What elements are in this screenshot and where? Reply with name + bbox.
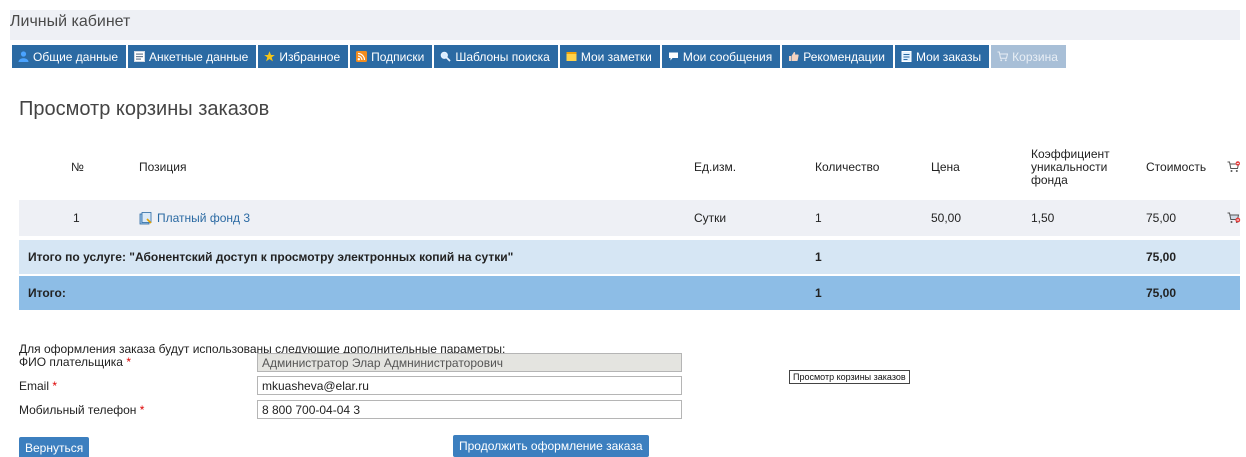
tab-subscriptions[interactable]: Подписки — [350, 45, 433, 68]
field-label: Мобильный телефон — [19, 403, 137, 417]
required-mark: * — [52, 379, 58, 393]
tab-label: Мои сообщения — [682, 49, 773, 64]
total-cost: 75,00 — [1146, 286, 1177, 300]
tab-label: Избранное — [279, 49, 341, 64]
position-link[interactable]: Платный фонд 3 — [139, 200, 250, 236]
row-cost: 75,00 — [1146, 211, 1177, 225]
tab-label: Рекомендации — [803, 49, 885, 64]
thumb-icon — [788, 51, 799, 62]
tooltip: Просмотр корзины заказов — [789, 370, 910, 384]
row-num: 1 — [73, 211, 80, 225]
field-label: Email — [19, 379, 50, 393]
subtotal-cost: 75,00 — [1146, 250, 1177, 264]
subtotal-row: Итого по услуге: "Абонентский доступ к п… — [19, 240, 1240, 274]
back-button[interactable]: Вернуться — [19, 437, 90, 457]
tab-general[interactable]: Общие данные — [12, 45, 127, 68]
tab-messages[interactable]: Мои сообщения — [661, 45, 781, 68]
row-qty: 1 — [815, 211, 822, 225]
row-coefficient: 1,50 — [1031, 211, 1055, 225]
col-header-coefficient-line: фонда — [1031, 172, 1068, 187]
header-bar: Личный кабинет — [10, 10, 1240, 40]
total-row: Итого: 1 75,00 — [19, 276, 1240, 310]
col-header-position: Позиция — [139, 160, 187, 174]
total-label: Итого: — [28, 286, 66, 300]
tab-label: Мои заказы — [915, 49, 982, 64]
tab-label: Корзина — [1012, 49, 1058, 64]
col-header-coefficient-line: Коэффициент — [1031, 146, 1110, 161]
search-icon — [440, 51, 451, 62]
message-icon — [668, 51, 679, 62]
payer-name-label: ФИО плательщика * — [19, 355, 131, 369]
user-icon — [18, 51, 29, 62]
col-header-unit: Ед.изм. — [694, 160, 737, 174]
position-label: Платный фонд 3 — [157, 211, 251, 225]
note-icon — [566, 51, 577, 62]
row-unit: Сутки — [694, 211, 727, 225]
table-header-row: № Позиция Ед.изм. Количество Цена Коэффи… — [19, 140, 1240, 194]
tab-notes[interactable]: Мои заметки — [559, 45, 660, 68]
tab-search-templates[interactable]: Шаблоны поиска — [434, 45, 558, 68]
col-header-qty: Количество — [815, 160, 880, 174]
row-price: 50,00 — [931, 211, 962, 225]
col-header-price: Цена — [931, 160, 960, 174]
phone-field[interactable] — [257, 400, 682, 419]
subtotal-qty: 1 — [815, 250, 822, 264]
col-header-coefficient: Коэффициент уникальности фонда — [1031, 140, 1110, 194]
required-mark: * — [139, 403, 145, 417]
field-label: ФИО плательщика — [19, 355, 123, 369]
tab-label: Общие данные — [33, 49, 119, 64]
page-title: Просмотр корзины заказов — [19, 98, 270, 120]
tab-recommendations[interactable]: Рекомендации — [782, 45, 893, 68]
form-icon — [134, 51, 146, 62]
nav-tabs: Общие данные Анкетные данные Избранное П… — [12, 45, 1068, 68]
required-mark: * — [126, 355, 131, 369]
tab-profile[interactable]: Анкетные данные — [128, 45, 257, 68]
tab-cart[interactable]: Корзина — [991, 45, 1066, 68]
tab-label: Шаблоны поиска — [455, 49, 550, 64]
tab-label: Подписки — [371, 49, 425, 64]
header-title: Личный кабинет — [10, 13, 131, 30]
col-header-cost: Стоимость — [1146, 160, 1207, 174]
email-label: Email * — [19, 379, 57, 393]
tab-label: Анкетные данные — [149, 49, 249, 64]
table-row: 1 Платный фонд 3 Сутки 1 50,00 1,50 75,0… — [19, 200, 1241, 236]
tab-favorites[interactable]: Избранное — [258, 45, 349, 68]
star-icon — [264, 51, 276, 62]
email-field[interactable] — [257, 376, 682, 395]
continue-order-button[interactable]: Продолжить оформление заказа — [453, 435, 649, 457]
col-header-num: № — [71, 160, 84, 174]
subtotal-label: Итого по услуге: "Абонентский доступ к п… — [28, 250, 514, 264]
col-header-coefficient-line: уникальности — [1031, 159, 1108, 174]
orders-icon — [901, 51, 912, 62]
phone-label: Мобильный телефон * — [19, 403, 144, 417]
cart-icon — [997, 51, 1009, 62]
tab-orders[interactable]: Мои заказы — [894, 45, 990, 68]
payer-name-field[interactable] — [257, 353, 682, 372]
tab-label: Мои заметки — [580, 49, 652, 64]
remove-item-icon[interactable] — [1227, 200, 1241, 236]
rss-icon — [356, 51, 368, 62]
clear-cart-icon[interactable] — [1227, 140, 1241, 194]
total-qty: 1 — [815, 286, 822, 300]
document-icon — [139, 211, 153, 225]
